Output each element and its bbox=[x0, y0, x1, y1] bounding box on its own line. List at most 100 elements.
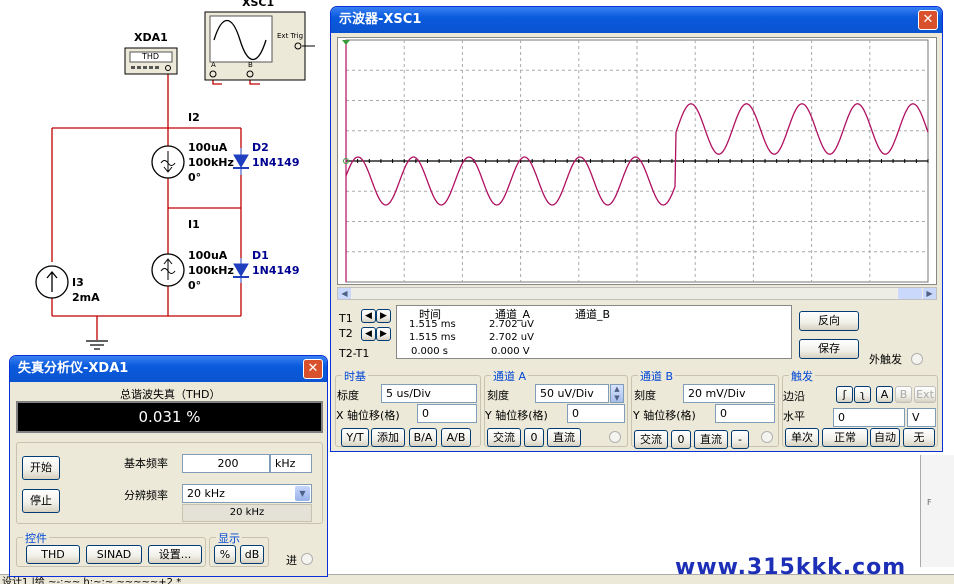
channel-b-terminal[interactable] bbox=[761, 431, 773, 443]
channel-b-zero-button[interactable]: 0 bbox=[671, 430, 691, 449]
t1-left-arrow-icon[interactable]: ◀ bbox=[361, 309, 376, 323]
src-lower-phase: 0° bbox=[188, 279, 202, 292]
input-terminal[interactable] bbox=[301, 553, 313, 565]
timebase-scale-field[interactable]: 5 us/Div bbox=[381, 384, 477, 403]
channel-a-ypos-field[interactable]: 0 bbox=[567, 404, 625, 423]
sinad-mode-button[interactable]: SINAD bbox=[86, 545, 142, 564]
a-over-b-button[interactable]: A/B bbox=[441, 428, 471, 447]
cursor-t2-label: T2 bbox=[339, 327, 353, 340]
distortion-titlebar[interactable]: 失真分析仪-XDA1 ✕ bbox=[10, 356, 327, 382]
src-upper-phase: 0° bbox=[188, 171, 202, 184]
trigger-edge-label: 边沿 bbox=[783, 390, 805, 403]
scroll-right-arrow-icon[interactable]: ▶ bbox=[923, 288, 936, 299]
resolution-frequency-readonly: 20 kHz bbox=[182, 504, 312, 522]
settings-button[interactable]: 设置... bbox=[148, 545, 202, 564]
readout-t1-time: 1.515 ms bbox=[409, 319, 456, 330]
distortion-close-button[interactable]: ✕ bbox=[303, 359, 323, 379]
trigger-normal-button[interactable]: 正常 bbox=[822, 428, 868, 447]
oscilloscope-titlebar[interactable]: 示波器-XSC1 ✕ bbox=[331, 7, 942, 33]
schematic-side-panel bbox=[920, 455, 954, 567]
trigger-single-button[interactable]: 单次 bbox=[785, 428, 819, 447]
fundamental-frequency-unit: kHz bbox=[270, 454, 312, 473]
readout-delta-time: 0.000 s bbox=[411, 346, 449, 357]
save-button[interactable]: 保存 bbox=[799, 339, 859, 359]
reverse-button[interactable]: 反向 bbox=[799, 311, 859, 331]
trigger-rising-edge-button[interactable]: ʃ bbox=[836, 386, 853, 403]
stop-button[interactable]: 停止 bbox=[22, 489, 60, 513]
controls-group-title: 控件 bbox=[23, 530, 49, 546]
trigger-level-field[interactable]: 0 bbox=[833, 408, 905, 427]
timebase-xpos-field[interactable]: 0 bbox=[417, 404, 477, 423]
oscilloscope-hscrollbar[interactable]: ◀ ▶ bbox=[337, 287, 937, 300]
channel-a-terminal[interactable] bbox=[609, 431, 621, 443]
xsc1-instrument[interactable] bbox=[204, 11, 315, 81]
channel-a-zero-button[interactable]: 0 bbox=[524, 428, 544, 447]
oscilloscope-title: 示波器-XSC1 bbox=[339, 12, 422, 27]
percent-display-button[interactable]: % bbox=[214, 545, 236, 564]
t2-left-arrow-icon[interactable]: ◀ bbox=[361, 327, 376, 341]
t2-right-arrow-icon[interactable]: ▶ bbox=[376, 327, 391, 341]
timebase-group-title: 时基 bbox=[342, 368, 368, 384]
cursor-readout-table: 时间 通道_A 通道_B 1.515 ms 2.702 uV 1.515 ms … bbox=[396, 305, 792, 359]
ext-trigger-label: 外触发 bbox=[869, 353, 902, 366]
channel-b-dc-button[interactable]: 直流 bbox=[694, 430, 728, 449]
input-terminal-label: 进 bbox=[286, 554, 297, 567]
scroll-thumb[interactable] bbox=[898, 288, 922, 299]
watermark-text: www.315kkk.com bbox=[675, 555, 907, 580]
dc-source-i3-symbol[interactable] bbox=[35, 265, 69, 299]
src-lower-frequency: 100kHz bbox=[188, 264, 234, 277]
ac-source-lower-symbol[interactable] bbox=[151, 253, 185, 287]
trigger-source-a-button[interactable]: A bbox=[876, 386, 893, 403]
trigger-source-b-button[interactable]: B bbox=[895, 386, 912, 403]
add-button[interactable]: 添加 bbox=[371, 428, 405, 447]
d2-model: 1N4149 bbox=[252, 156, 300, 169]
channel-a-spinner-icon[interactable]: ▲ ▼ bbox=[610, 384, 624, 403]
i2-net-label: I2 bbox=[188, 111, 200, 124]
channel-b-ypos-field[interactable]: 0 bbox=[715, 404, 775, 423]
trigger-source-ext-button[interactable]: Ext bbox=[914, 386, 936, 403]
ac-source-upper-symbol[interactable] bbox=[151, 145, 185, 179]
trigger-level-unit: V bbox=[907, 408, 936, 427]
start-button[interactable]: 开始 bbox=[22, 456, 60, 480]
thd-caption: 总谐波失真（THD） bbox=[120, 388, 221, 401]
readout-t2-channel-a: 2.702 uV bbox=[489, 332, 534, 343]
channel-a-dc-button[interactable]: 直流 bbox=[547, 428, 581, 447]
channel-a-ac-button[interactable]: 交流 bbox=[487, 428, 521, 447]
resolution-frequency-select[interactable]: 20 kHz ▼ bbox=[182, 484, 312, 503]
trigger-auto-button[interactable]: 自动 bbox=[870, 428, 900, 447]
channel-b-ypos-label: Y 轴位移(格) bbox=[633, 409, 696, 422]
thd-mode-button[interactable]: THD bbox=[26, 545, 80, 564]
side-panel-glyph: F bbox=[927, 498, 932, 507]
src-lower-amplitude: 100uA bbox=[188, 249, 228, 262]
yt-button[interactable]: Y/T bbox=[341, 428, 369, 447]
trigger-level-label: 水平 bbox=[783, 410, 805, 423]
diode-d1-symbol[interactable] bbox=[233, 258, 249, 283]
xsc1-port-b-label: B bbox=[248, 61, 253, 69]
diode-d2-symbol[interactable] bbox=[233, 148, 249, 175]
trigger-none-button[interactable]: 无 bbox=[903, 428, 935, 447]
trigger-falling-edge-button[interactable]: ʅ bbox=[854, 386, 871, 403]
src-upper-frequency: 100kHz bbox=[188, 156, 234, 169]
db-display-button[interactable]: dB bbox=[240, 545, 264, 564]
d1-model: 1N4149 bbox=[252, 264, 300, 277]
xsc1-port-a-label: A bbox=[211, 61, 216, 69]
d2-name: D2 bbox=[252, 141, 269, 154]
channel-b-group-title: 通道 B bbox=[638, 368, 676, 384]
oscilloscope-screen[interactable] bbox=[337, 37, 937, 285]
channel-b-invert-button[interactable]: - bbox=[731, 430, 749, 449]
t1-right-arrow-icon[interactable]: ▶ bbox=[376, 309, 391, 323]
ext-trigger-terminal[interactable] bbox=[911, 353, 923, 365]
b-over-a-button[interactable]: B/A bbox=[409, 428, 437, 447]
oscilloscope-close-button[interactable]: ✕ bbox=[918, 10, 938, 30]
fundamental-frequency-field[interactable]: 200 bbox=[182, 454, 270, 473]
scroll-left-arrow-icon[interactable]: ◀ bbox=[338, 288, 351, 299]
chevron-down-icon[interactable]: ▼ bbox=[295, 486, 310, 501]
channel-b-ac-button[interactable]: 交流 bbox=[634, 430, 668, 449]
oscilloscope-window: 示波器-XSC1 ✕ ◀ ▶ T1 T2 T2-T1 ◀ ▶ ◀ ▶ 时间 通道… bbox=[330, 6, 943, 452]
channel-a-scale-field[interactable]: 50 uV/Div bbox=[535, 384, 609, 403]
timebase-xpos-label: X 轴位移(格) bbox=[336, 409, 400, 422]
fundamental-frequency-label: 基本频率 bbox=[124, 457, 168, 470]
thd-value-display: 0.031 % bbox=[16, 401, 323, 433]
channel-b-scale-field[interactable]: 20 mV/Div bbox=[683, 384, 775, 403]
ground-symbol bbox=[86, 340, 108, 350]
